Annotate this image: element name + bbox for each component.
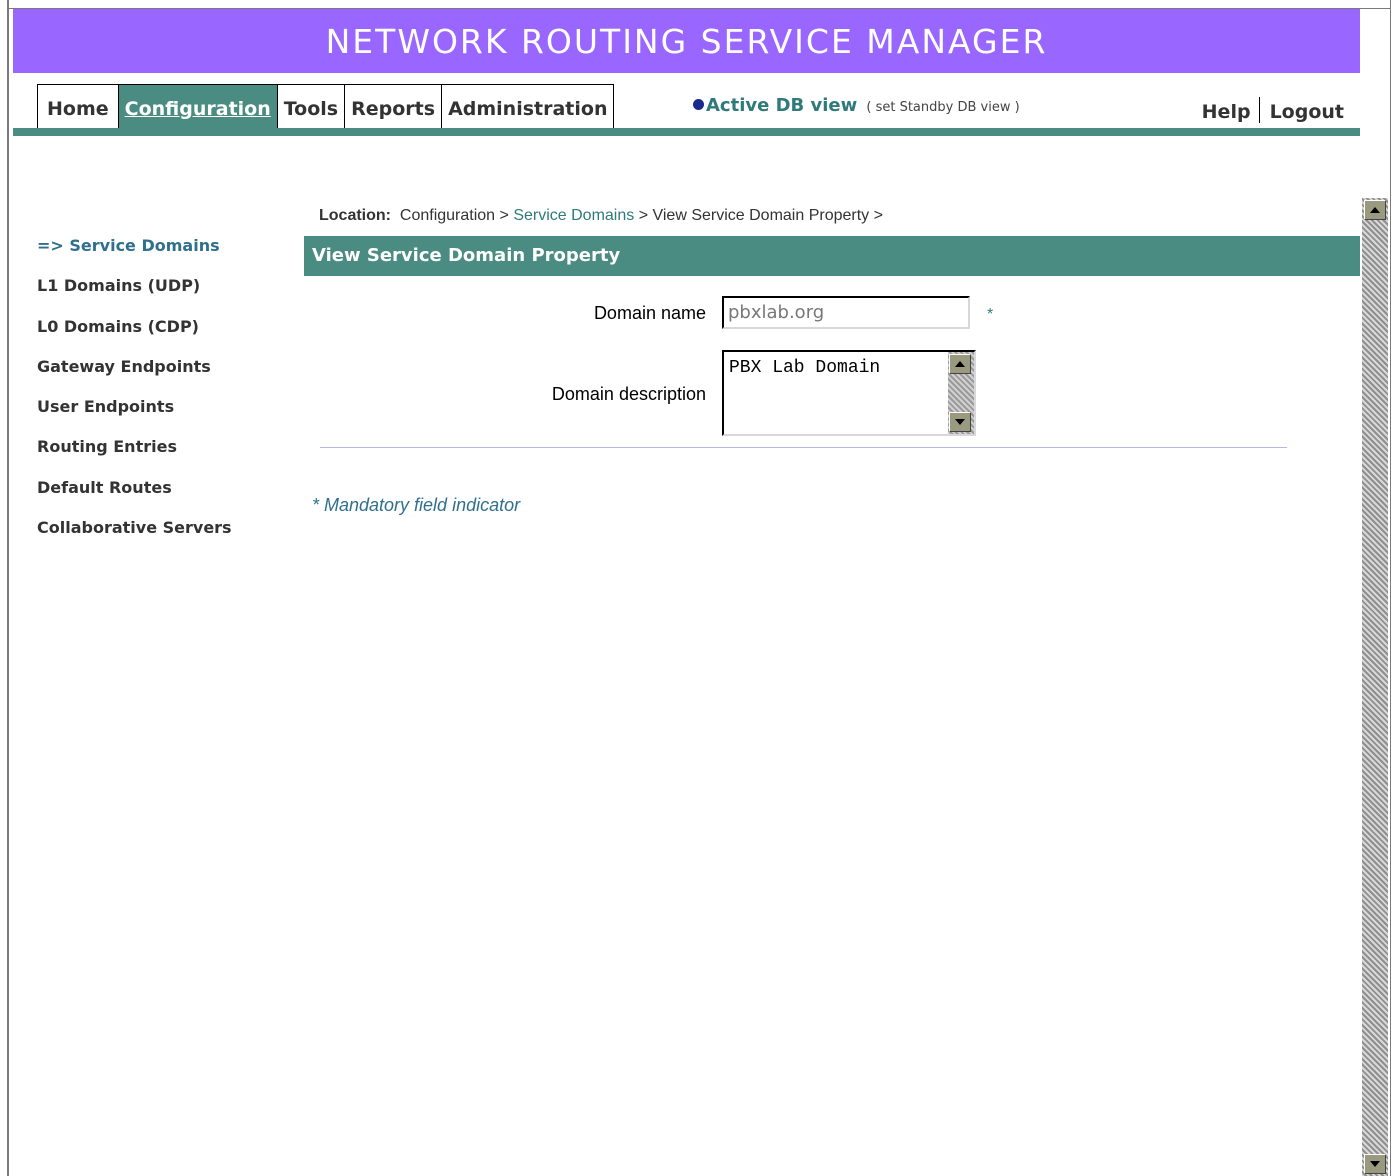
window-left-border: [0, 0, 9, 1176]
form-divider: [320, 447, 1287, 448]
sidebar-item-collaborative-servers[interactable]: Collaborative Servers: [37, 518, 277, 558]
nav-tabs: Home Configuration Tools Reports Adminis…: [37, 84, 615, 129]
window-right-border: [1390, 0, 1398, 1176]
set-standby-db-link[interactable]: ( set Standby DB view ): [866, 100, 1019, 115]
active-db-view-label: Active DB view: [706, 95, 858, 116]
panel-title: View Service Domain Property: [304, 236, 1360, 276]
scroll-down-arrow-icon[interactable]: [949, 412, 971, 432]
breadcrumb: Location: Configuration > Service Domain…: [319, 207, 883, 225]
textarea-scrollbar[interactable]: [948, 352, 974, 434]
sidebar-item-routing-entries[interactable]: Routing Entries: [37, 437, 277, 477]
sidebar-item-l0-domains[interactable]: L0 Domains (CDP): [37, 317, 277, 357]
mandatory-field-note: * Mandatory field indicator: [312, 495, 521, 515]
required-marker: *: [987, 306, 994, 323]
domain-name-label: Domain name: [593, 303, 706, 323]
breadcrumb-label: Location:: [319, 207, 391, 224]
page-scrollbar[interactable]: [1362, 198, 1388, 1176]
nav-separator: [1258, 97, 1260, 123]
breadcrumb-service-domains-link[interactable]: Service Domains: [513, 207, 634, 224]
sidebar-item-l1-domains[interactable]: L1 Domains (UDP): [37, 276, 277, 316]
domain-description-value: PBX Lab Domain: [729, 358, 881, 378]
nav-underline-bar: [13, 128, 1360, 136]
sidebar-item-default-routes[interactable]: Default Routes: [37, 478, 277, 518]
db-view-indicator: Active DB view ( set Standby DB view ): [693, 95, 1020, 116]
tab-home[interactable]: Home: [38, 85, 118, 129]
tab-reports[interactable]: Reports: [344, 85, 441, 129]
page-scroll-down-arrow-icon[interactable]: [1364, 1154, 1386, 1174]
breadcrumb-configuration: Configuration >: [399, 207, 509, 224]
window-top-border: [0, 0, 1398, 9]
tab-tools[interactable]: Tools: [276, 85, 344, 129]
sidebar-item-service-domains[interactable]: => Service Domains: [37, 236, 277, 276]
tab-administration[interactable]: Administration: [441, 85, 613, 129]
logout-link[interactable]: Logout: [1270, 101, 1344, 123]
db-status-icon: [693, 99, 704, 110]
domain-description-label: Domain description: [551, 384, 706, 404]
help-logout-group: Help Logout: [1202, 97, 1344, 123]
help-link[interactable]: Help: [1202, 101, 1251, 123]
domain-description-textarea[interactable]: PBX Lab Domain: [722, 350, 976, 436]
breadcrumb-current: > View Service Domain Property >: [638, 207, 883, 224]
sidebar: => Service Domains L1 Domains (UDP) L0 D…: [37, 236, 277, 558]
top-nav: Home Configuration Tools Reports Adminis…: [13, 75, 1360, 129]
tab-configuration[interactable]: Configuration: [117, 85, 277, 129]
app-title: NETWORK ROUTING SERVICE MANAGER: [13, 9, 1360, 73]
domain-name-field[interactable]: pbxlab.org: [722, 296, 970, 329]
page-scroll-up-arrow-icon[interactable]: [1364, 200, 1386, 220]
sidebar-item-gateway-endpoints[interactable]: Gateway Endpoints: [37, 357, 277, 397]
sidebar-item-user-endpoints[interactable]: User Endpoints: [37, 397, 277, 437]
scroll-up-arrow-icon[interactable]: [949, 354, 971, 374]
